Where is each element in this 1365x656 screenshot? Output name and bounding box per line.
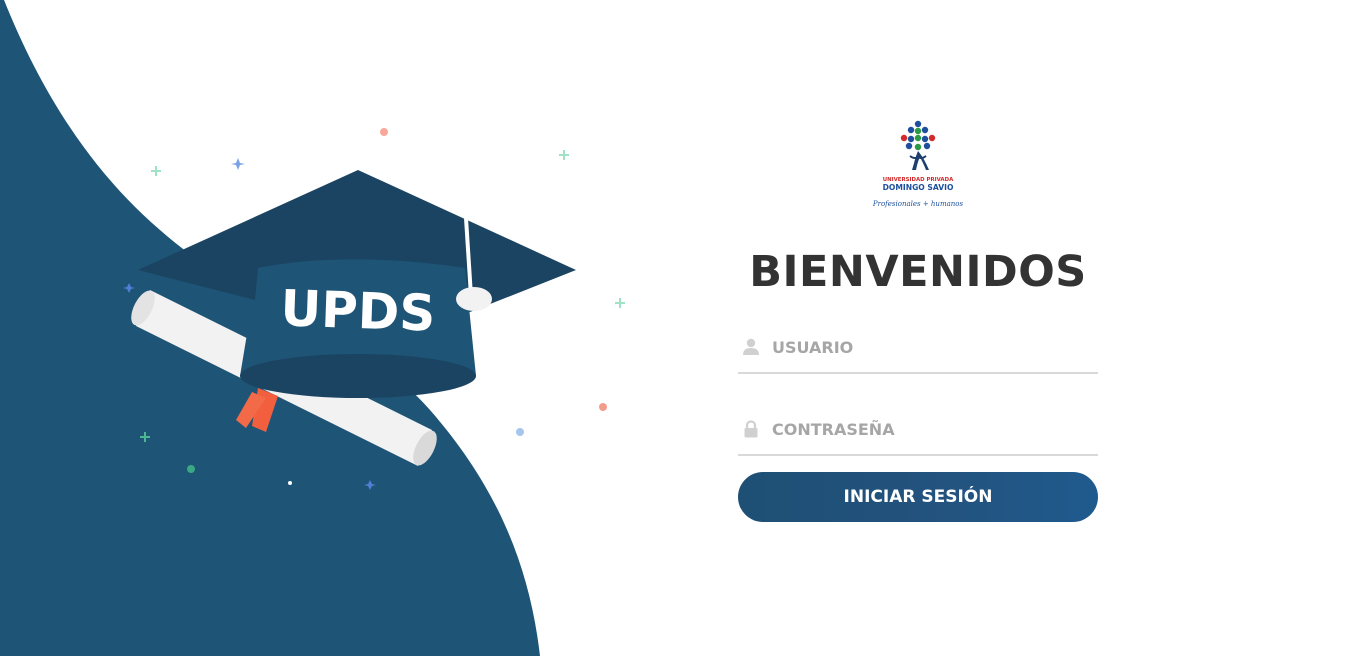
username-input[interactable]	[772, 337, 1072, 357]
welcome-title: BIENVENIDOS	[749, 247, 1087, 297]
logo-line2: DOMINGO SAVIO	[883, 183, 954, 192]
login-panel: UNIVERSIDAD PRIVADA DOMINGO SAVIO Profes…	[738, 110, 1098, 522]
username-field	[738, 322, 1098, 374]
password-input[interactable]	[772, 419, 1072, 439]
login-button[interactable]: INICIAR SESIÓN	[738, 472, 1098, 522]
password-field	[738, 404, 1098, 456]
logo-tagline: Profesionales + humanos	[872, 200, 964, 208]
logo-tree-icon	[900, 120, 936, 170]
lock-icon	[744, 420, 758, 438]
cap-label: UPDS	[280, 279, 437, 342]
login-page: UPDS UNIVERSIDAD PRIVADA DOMINGO SAVIO P…	[0, 0, 1365, 656]
university-logo: UNIVERSIDAD PRIVADA DOMINGO SAVIO Profes…	[872, 120, 964, 208]
user-icon	[743, 338, 759, 355]
hero-illustration: UPDS	[0, 0, 625, 656]
